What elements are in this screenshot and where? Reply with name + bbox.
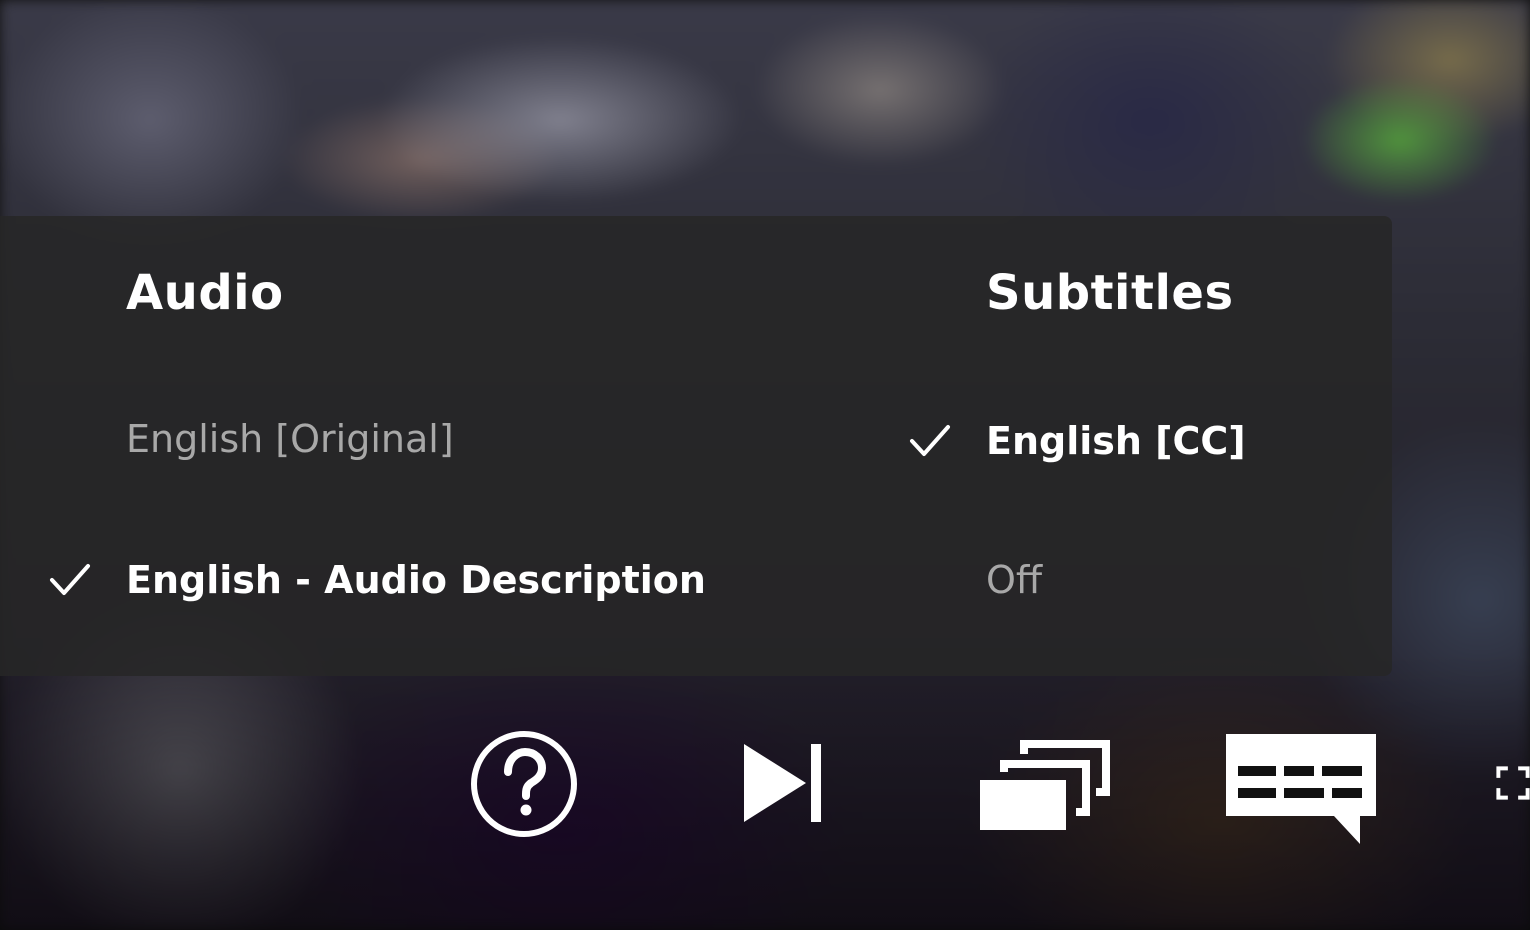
- fullscreen-icon: [1496, 766, 1530, 800]
- audio-heading: Audio: [126, 265, 284, 321]
- audio-option-label: English - Audio Description: [126, 558, 706, 602]
- subtitles-heading: Subtitles: [986, 265, 1234, 321]
- episodes-icon: [980, 740, 1110, 830]
- help-icon: [471, 731, 577, 837]
- episodes-button[interactable]: [976, 736, 1110, 836]
- video-player[interactable]: Audio Subtitles English [Original] Engli…: [0, 0, 1530, 930]
- audio-option-english-original[interactable]: English [Original]: [126, 409, 454, 469]
- subtitles-icon: [1226, 734, 1376, 844]
- audio-option-label: English [Original]: [126, 417, 454, 461]
- next-episode-icon: [744, 744, 821, 822]
- audio-subtitles-button[interactable]: [1222, 730, 1380, 848]
- checkmark-icon: [908, 421, 952, 461]
- checkmark-icon: [48, 560, 92, 600]
- next-episode-button[interactable]: [738, 738, 828, 828]
- subtitle-option-label: English [CC]: [986, 419, 1246, 463]
- audio-subtitles-panel: Audio Subtitles English [Original] Engli…: [0, 216, 1392, 676]
- audio-option-english-audio-description[interactable]: English - Audio Description: [50, 550, 706, 610]
- subtitle-option-english-cc[interactable]: English [CC]: [910, 411, 1246, 471]
- help-button[interactable]: [468, 728, 580, 840]
- subtitle-option-off[interactable]: Off: [986, 550, 1042, 610]
- subtitle-option-label: Off: [986, 558, 1043, 602]
- fullscreen-button[interactable]: [1496, 740, 1530, 826]
